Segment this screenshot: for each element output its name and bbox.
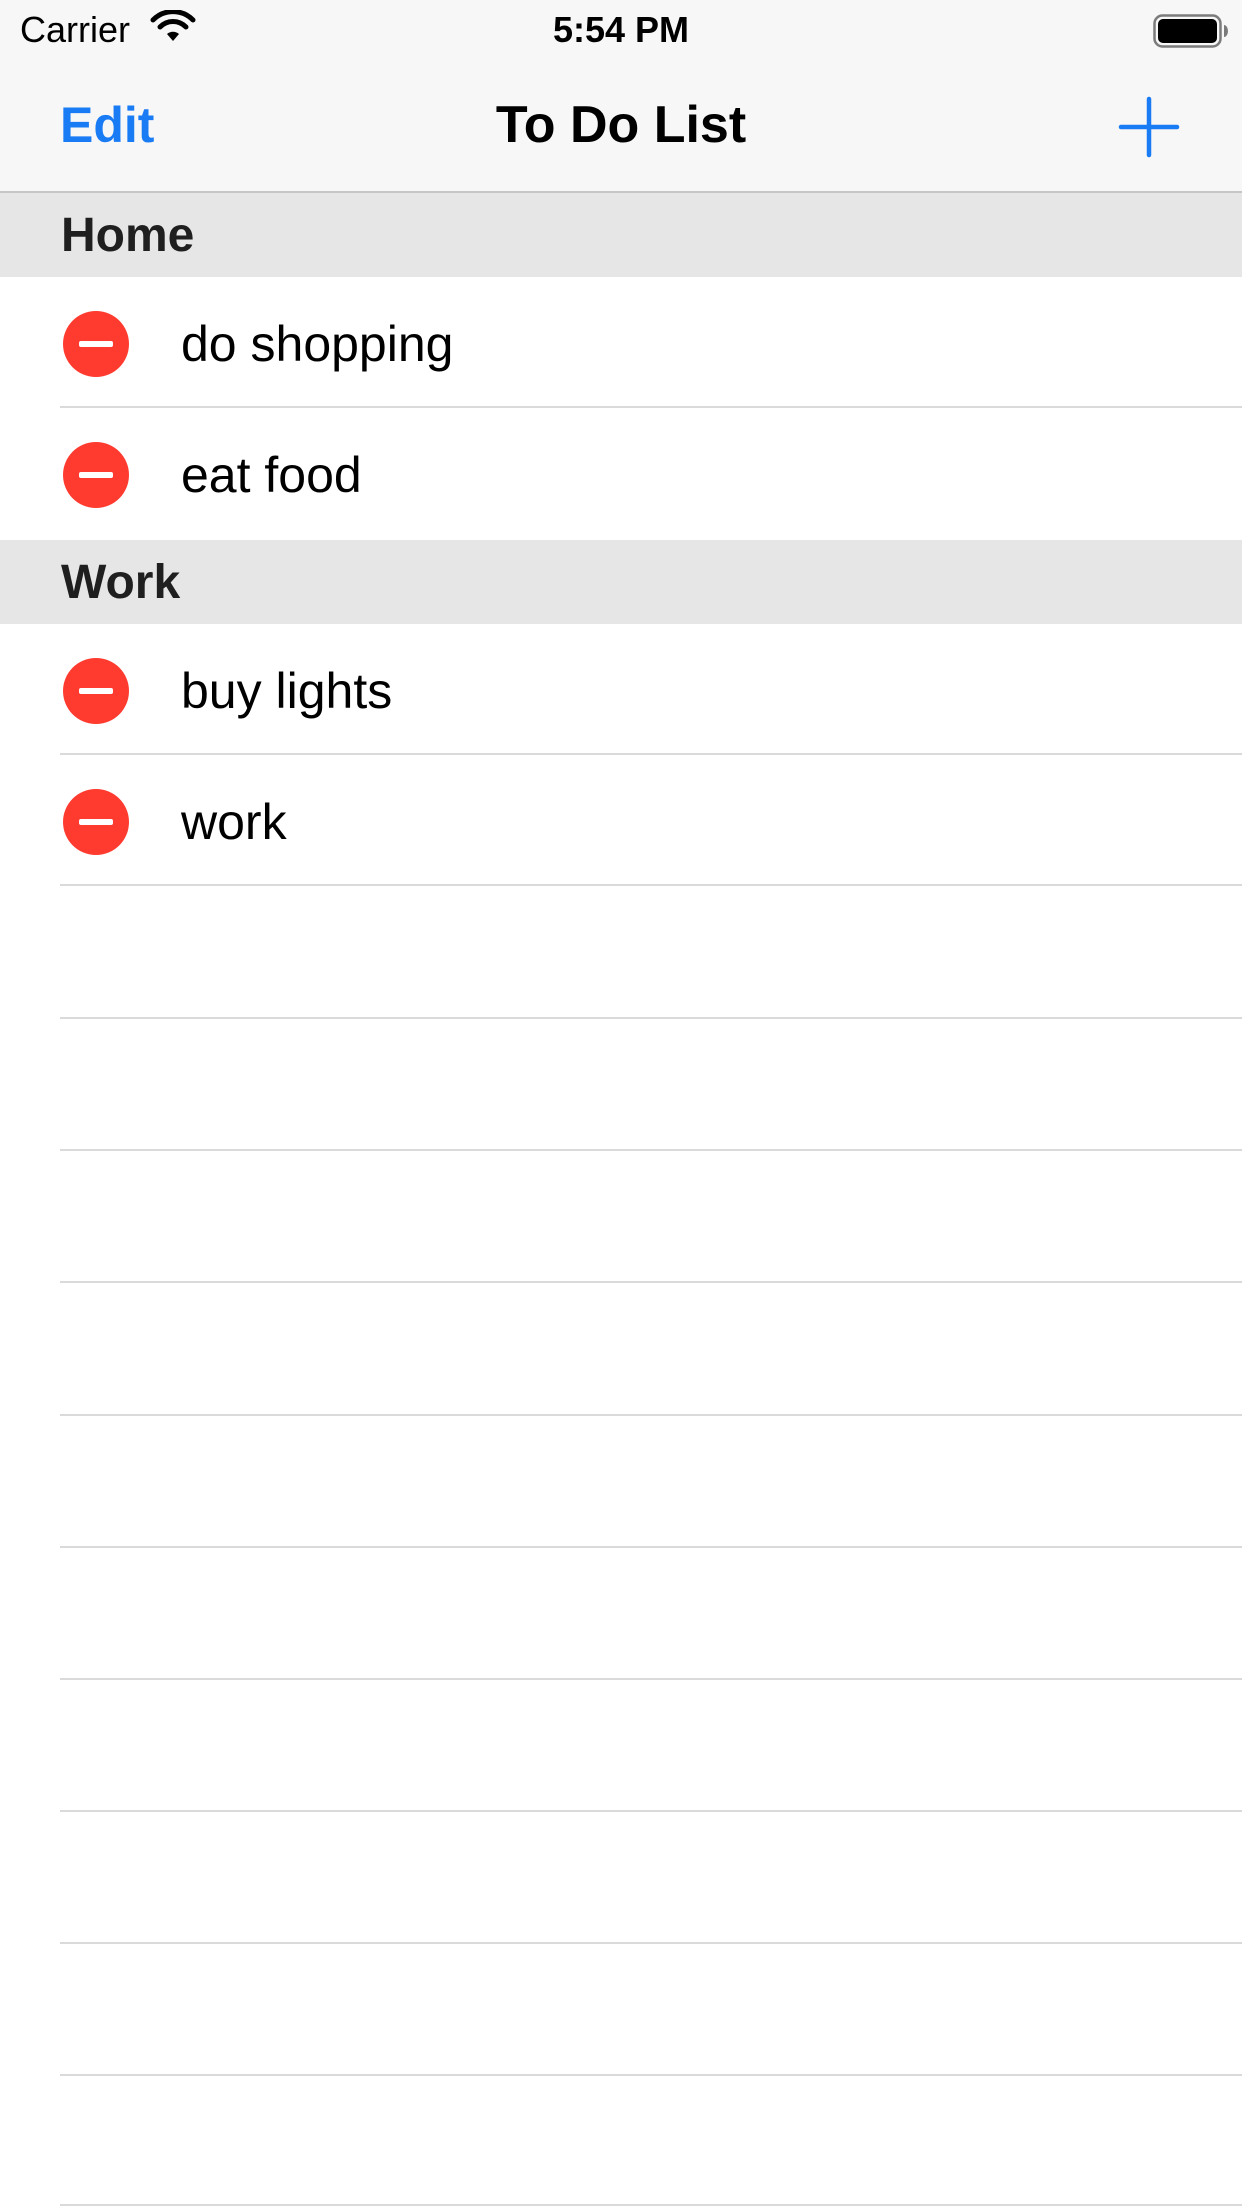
list-item[interactable]: work [0,755,1242,886]
list-item-label: buy lights [181,663,393,719]
section-title: Work [61,556,181,609]
row-divider [60,1810,1242,1812]
section-header-home: Home [0,193,1242,277]
battery-icon [1153,14,1228,48]
row-divider [60,1678,1242,1680]
delete-minus-icon[interactable] [63,442,129,508]
section-title: Home [61,209,195,262]
list-item[interactable]: eat food [0,408,1242,539]
list-item[interactable]: buy lights [0,624,1242,755]
row-divider [60,2074,1242,2076]
delete-minus-icon[interactable] [63,658,129,724]
list-item-label: do shopping [181,316,454,372]
row-divider [60,1546,1242,1548]
list-item[interactable]: do shopping [0,277,1242,408]
page-title: To Do List [495,96,747,154]
row-divider [60,884,1242,886]
delete-minus-icon[interactable] [63,789,129,855]
row-divider [60,1149,1242,1151]
row-divider [60,2204,1242,2206]
row-divider [60,1414,1242,1416]
list-item-label: work [181,794,287,850]
list-item-label: eat food [181,447,362,503]
plus-icon[interactable] [1118,96,1180,158]
status-bar: Carrier 5:54 PM [0,0,1242,60]
row-divider [60,1281,1242,1283]
row-divider [60,1942,1242,1944]
section-header-work: Work [0,540,1242,624]
row-divider [60,1017,1242,1019]
navigation-bar: Edit To Do List [0,60,1242,193]
delete-minus-icon[interactable] [63,311,129,377]
status-time: 5:54 PM [552,9,690,50]
